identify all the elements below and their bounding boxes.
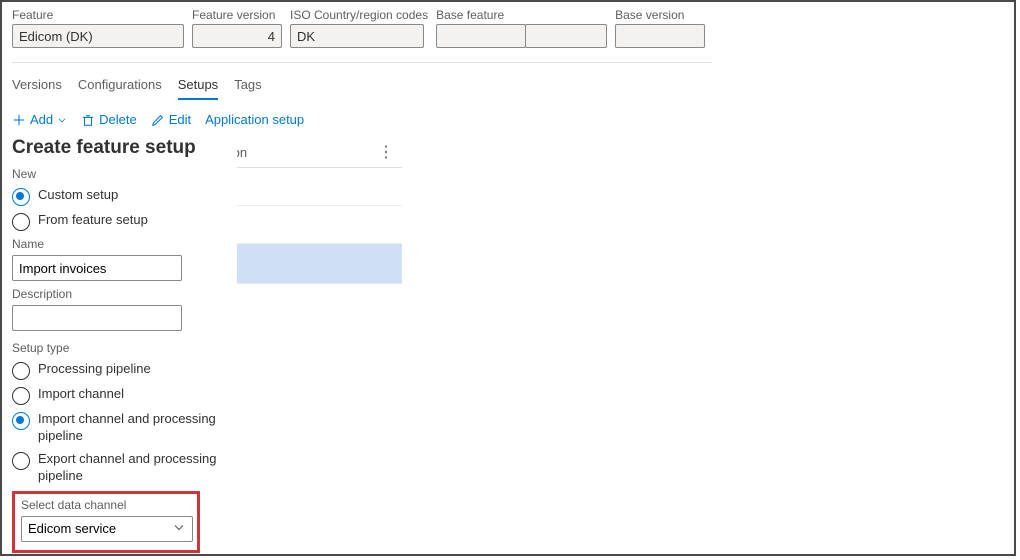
select-data-channel-dropdown[interactable] — [21, 516, 193, 542]
field-feature-version: Feature version — [192, 8, 282, 48]
field-base-feature: Base feature — [436, 8, 607, 48]
iso-label: ISO Country/region codes — [290, 8, 428, 22]
radio-from-feature-label: From feature setup — [38, 212, 148, 229]
grid: iption ⋮ — [212, 137, 402, 284]
name-label: Name — [12, 237, 237, 251]
base-version-input[interactable] — [615, 24, 705, 48]
field-base-version: Base version — [615, 8, 705, 48]
application-setup-button[interactable]: Application setup — [205, 112, 304, 127]
radio-import-label: Import channel — [38, 386, 124, 403]
field-iso: ISO Country/region codes — [290, 8, 428, 48]
base-version-label: Base version — [615, 8, 705, 22]
radio-icon — [12, 362, 30, 380]
radio-icon — [12, 412, 30, 430]
name-input[interactable] — [12, 255, 182, 281]
create-feature-setup-panel: Create feature setup New Custom setup Fr… — [12, 137, 237, 556]
radio-processing-label: Processing pipeline — [38, 361, 151, 378]
tabs: Versions Configurations Setups Tags — [2, 63, 1014, 100]
tab-tags[interactable]: Tags — [234, 73, 261, 100]
table-row[interactable] — [212, 168, 402, 206]
radio-export-proc-label: Export channel and processing pipeline — [38, 451, 237, 485]
radio-custom-setup-label: Custom setup — [38, 187, 118, 204]
feature-version-label: Feature version — [192, 8, 282, 22]
edit-label: Edit — [169, 112, 191, 127]
description-input[interactable] — [12, 305, 182, 331]
base-feature-label: Base feature — [436, 8, 607, 22]
plus-icon — [12, 113, 26, 127]
feature-input[interactable] — [12, 24, 184, 48]
radio-custom-setup[interactable]: Custom setup — [12, 187, 237, 206]
radio-icon — [12, 387, 30, 405]
radio-from-feature-setup[interactable]: From feature setup — [12, 212, 237, 231]
delete-button[interactable]: Delete — [81, 112, 137, 127]
radio-icon — [12, 213, 30, 231]
column-menu-icon[interactable]: ⋮ — [378, 142, 394, 162]
select-data-channel-label: Select data channel — [21, 498, 191, 512]
radio-import-and-processing[interactable]: Import channel and processing pipeline — [12, 411, 237, 445]
radio-import-channel[interactable]: Import channel — [12, 386, 237, 405]
radio-processing-pipeline[interactable]: Processing pipeline — [12, 361, 237, 380]
base-feature-input-2[interactable] — [525, 24, 607, 48]
setup-type-label: Setup type — [12, 341, 237, 355]
application-setup-label: Application setup — [205, 112, 304, 127]
edit-button[interactable]: Edit — [151, 112, 191, 127]
new-label: New — [12, 167, 237, 181]
radio-icon — [12, 452, 30, 470]
tab-configurations[interactable]: Configurations — [78, 73, 162, 100]
tab-versions[interactable]: Versions — [12, 73, 62, 100]
tab-setups[interactable]: Setups — [178, 73, 218, 100]
toolbar: Add Delete Edit Application setup — [2, 100, 1014, 135]
radio-export-and-processing[interactable]: Export channel and processing pipeline — [12, 451, 237, 485]
panel-title: Create feature setup — [12, 137, 237, 159]
delete-label: Delete — [99, 112, 137, 127]
description-label: Description — [12, 287, 237, 301]
table-row[interactable] — [212, 244, 402, 284]
iso-input[interactable] — [290, 24, 424, 48]
radio-import-proc-label: Import channel and processing pipeline — [38, 411, 237, 445]
add-label: Add — [30, 112, 53, 127]
pencil-icon — [151, 113, 165, 127]
select-data-channel-highlight: Select data channel — [12, 491, 200, 553]
base-feature-input-1[interactable] — [436, 24, 526, 48]
add-button[interactable]: Add — [12, 112, 67, 127]
chevron-down-icon — [57, 115, 67, 125]
feature-label: Feature — [12, 8, 184, 22]
radio-icon — [12, 188, 30, 206]
grid-header: iption ⋮ — [212, 137, 402, 168]
header-fields: Feature Feature version ISO Country/regi… — [2, 2, 1014, 48]
trash-icon — [81, 113, 95, 127]
field-feature: Feature — [12, 8, 184, 48]
feature-version-input[interactable] — [192, 24, 282, 48]
table-row[interactable] — [212, 206, 402, 244]
